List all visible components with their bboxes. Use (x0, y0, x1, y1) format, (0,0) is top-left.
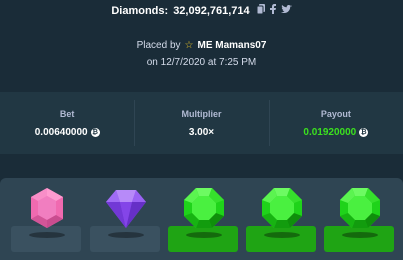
gem-shadow (108, 232, 144, 238)
bet-value-row: 0.00640000 ₿ (35, 127, 100, 138)
bet-label: Bet (59, 108, 75, 119)
payout-label: Payout (320, 108, 351, 119)
green-gem-icon (340, 188, 380, 228)
gem-shadow (342, 232, 378, 238)
gem-shadow (186, 232, 222, 238)
gem-slot (90, 178, 160, 260)
gem-slot (168, 178, 238, 260)
multiplier-value-row: 3.00× (189, 127, 214, 138)
copy-icon[interactable] (256, 4, 265, 17)
payout-stat: Payout 0.01920000 ₿ (268, 92, 403, 154)
share-icons (256, 4, 292, 17)
twitter-icon[interactable] (280, 4, 292, 17)
gem-slot (11, 178, 81, 260)
username-link[interactable]: ME Mamans07 (197, 40, 266, 51)
bet-stats: Bet 0.00640000 ₿ Multiplier 3.00× Payout… (0, 92, 403, 154)
game-name: Diamonds: (111, 4, 169, 17)
pink-gem-icon (31, 188, 63, 228)
star-icon: ☆ (184, 40, 194, 51)
bitcoin-icon: ₿ (90, 127, 100, 137)
bitcoin-icon: ₿ (359, 127, 369, 137)
payout-value: 0.01920000 (303, 126, 357, 138)
bet-header: Diamonds: 32,092,761,714 Placed by ☆ ME … (0, 0, 403, 90)
multiplier-value: 3.00× (188, 126, 215, 138)
bet-id: 32,092,761,714 (173, 4, 250, 17)
gem-shadow (29, 232, 65, 238)
green-gem-icon (184, 188, 224, 228)
gems-board (0, 178, 403, 260)
multiplier-stat: Multiplier 3.00× (134, 92, 268, 154)
purple-gem-icon (106, 190, 146, 228)
facebook-icon[interactable] (269, 4, 276, 17)
gem-slot (246, 178, 316, 260)
payout-value-row: 0.01920000 ₿ (303, 126, 369, 138)
bet-title-row: Diamonds: 32,092,761,714 (0, 4, 403, 17)
bet-value: 0.00640000 (34, 126, 88, 138)
green-gem-icon (262, 188, 302, 228)
placed-by-label: Placed by (136, 40, 181, 51)
gem-shadow (264, 232, 300, 238)
placed-by-info: Placed by ☆ ME Mamans07 on 12/7/2020 at … (0, 40, 403, 68)
bet-stat: Bet 0.00640000 ₿ (0, 92, 134, 154)
multiplier-label: Multiplier (181, 108, 222, 119)
gem-slot (324, 178, 394, 260)
placed-datetime: on 12/7/2020 at 7:25 PM (146, 57, 257, 68)
